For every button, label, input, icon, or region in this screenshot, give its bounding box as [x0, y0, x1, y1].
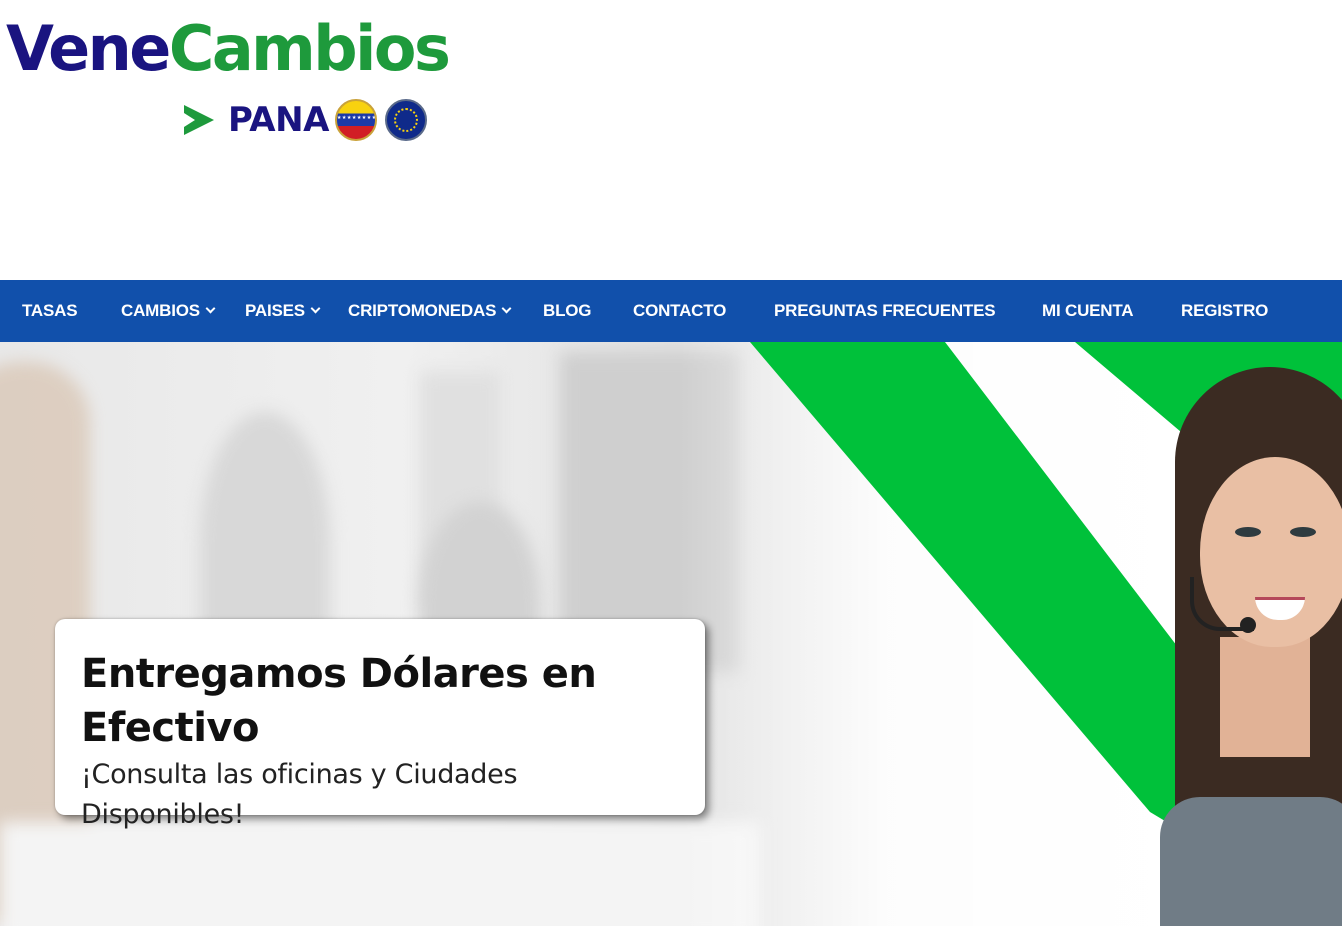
european-union-flag-icon: [384, 99, 427, 141]
nav-item-label: CRIPTOMONEDAS: [348, 301, 497, 320]
nav-item-label: MI CUENTA: [1042, 301, 1134, 320]
nav-item-registro[interactable]: REGISTRO: [1181, 280, 1268, 342]
logo-tagline: PANA: [228, 100, 329, 140]
logo-wordmark-vene: Vene: [6, 12, 171, 85]
logo-wordmark-cambios: Cambios: [168, 12, 451, 85]
nav-item-cambios[interactable]: CAMBIOS: [121, 280, 216, 342]
venezuela-flag-icon: ★★★★★★★★: [334, 99, 377, 141]
arrow-icon: [184, 105, 214, 135]
hero-title: Entregamos Dólares en Efectivo: [81, 651, 597, 751]
nav-item-label: PAISES: [245, 301, 305, 320]
chevron-down-icon: [205, 303, 216, 314]
nav-item-label: PREGUNTAS FRECUENTES: [774, 301, 996, 320]
site-logo[interactable]: VeneCambios PANA ★★★★★★★★: [6, 18, 476, 148]
logo-tagline-row: PANA ★★★★★★★★: [184, 98, 427, 142]
logo-wordmark: VeneCambios: [6, 18, 451, 80]
nav-item-tasas[interactable]: TASAS: [22, 280, 78, 342]
nav-item-criptomonedas[interactable]: CRIPTOMONEDAS: [348, 280, 512, 342]
nav-item-mi-cuenta[interactable]: MI CUENTA: [1042, 280, 1134, 342]
nav-item-label: CAMBIOS: [121, 301, 200, 320]
nav-item-paises[interactable]: PAISES: [245, 280, 321, 342]
site-header: VeneCambios PANA ★★★★★★★★: [0, 0, 1342, 280]
nav-item-label: CONTACTO: [633, 301, 727, 320]
support-agent-photo: [1150, 367, 1342, 926]
hero-banner: Entregamos Dólares en Efectivo ¡Consulta…: [0, 342, 1342, 926]
chevron-down-icon: [501, 303, 512, 314]
nav-item-label: TASAS: [22, 301, 78, 320]
nav-item-contacto[interactable]: CONTACTO: [633, 280, 726, 342]
nav-item-label: REGISTRO: [1181, 301, 1269, 320]
nav-item-blog[interactable]: BLOG: [543, 280, 592, 342]
nav-item-preguntas-frecuentes[interactable]: PREGUNTAS FRECUENTES: [774, 280, 996, 342]
main-navigation: TASAS CAMBIOS PAISES CRIPTOMONEDAS BLOG …: [0, 280, 1342, 342]
hero-subtitle: ¡Consulta las oficinas y Ciudades Dispon…: [81, 759, 518, 830]
nav-item-label: BLOG: [543, 301, 592, 320]
chevron-down-icon: [310, 303, 321, 314]
hero-promo-card[interactable]: Entregamos Dólares en Efectivo ¡Consulta…: [55, 619, 705, 830]
